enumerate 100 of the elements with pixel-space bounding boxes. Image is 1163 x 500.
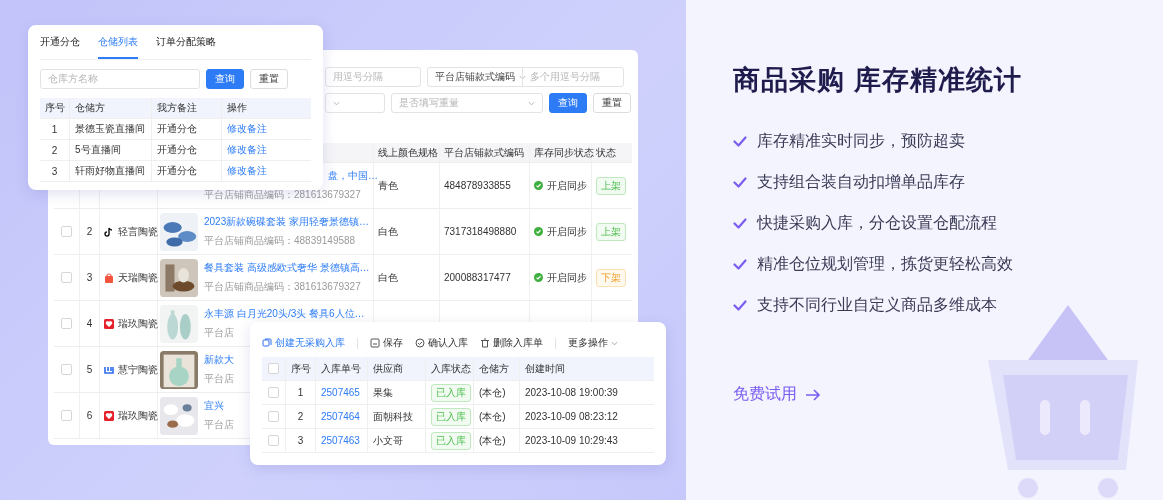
receipt-number-link[interactable]: 2507463: [321, 435, 360, 446]
row-number: 4: [86, 318, 93, 329]
reset-button[interactable]: 重置: [593, 93, 631, 113]
shop-name: 慧宁陶瓷: [118, 362, 158, 377]
check-icon: [733, 300, 747, 311]
column-header: 操作: [227, 101, 247, 115]
edit-note-link[interactable]: 修改备注: [227, 122, 267, 136]
check-circle-icon: [534, 181, 543, 190]
tab[interactable]: 订单分配策略: [156, 35, 216, 59]
edit-note-link[interactable]: 修改备注: [227, 164, 267, 178]
color-spec: 白色: [378, 224, 398, 239]
receipt-number-link[interactable]: 2507465: [321, 387, 360, 398]
row-number: 6: [86, 410, 93, 421]
shop-name: 轻言陶瓷: [118, 224, 158, 239]
save-icon: [370, 338, 380, 348]
warehouse: (本仓): [479, 385, 506, 400]
status-tag: 下架: [596, 268, 626, 287]
reset-button[interactable]: 重置: [250, 69, 288, 89]
heart-icon: [104, 318, 114, 329]
more-button[interactable]: 更多操作: [568, 336, 618, 350]
product-code: 平台店: [204, 372, 234, 386]
checkbox[interactable]: [268, 411, 279, 422]
checkbox[interactable]: [61, 364, 72, 375]
product-title-link[interactable]: 新款大: [204, 353, 234, 367]
query-button[interactable]: 查询: [206, 69, 244, 89]
style-code: 7317318498880: [444, 226, 517, 237]
product-title-link[interactable]: 宜兴: [204, 399, 224, 413]
product-code: 平台店: [204, 418, 234, 432]
style-code: 484878933855: [444, 180, 511, 191]
tab[interactable]: 仓储列表: [98, 35, 138, 59]
warehouse: (本仓): [479, 409, 506, 424]
status-tag: 已入库: [431, 407, 471, 426]
status-tag: 已入库: [431, 383, 471, 402]
edit-note-link[interactable]: 修改备注: [227, 143, 267, 157]
checkbox[interactable]: [61, 272, 72, 283]
row-number: 1: [51, 123, 58, 135]
music-note-icon: [104, 226, 114, 237]
checkbox[interactable]: [268, 363, 279, 374]
product-code: 平台店: [204, 326, 234, 340]
checkbox[interactable]: [268, 435, 279, 446]
sync-status: 开启同步: [547, 270, 587, 285]
column-header: 创建时间: [525, 361, 565, 376]
row-number: 1: [297, 387, 304, 398]
free-trial-link[interactable]: 免费试用: [733, 384, 821, 405]
delete-button[interactable]: 删除入库单: [480, 336, 543, 350]
feature-text: 支持组合装自动扣增单品库存: [757, 172, 965, 192]
table-cell: 景德玉瓷直播间: [75, 122, 145, 136]
checkbox[interactable]: [61, 318, 72, 329]
text-field[interactable]: 多个用逗号分隔: [522, 67, 624, 87]
row-number: 2: [86, 226, 93, 237]
checkbox[interactable]: [268, 387, 279, 398]
trash-icon: [480, 338, 490, 348]
check-icon: [733, 177, 747, 188]
product-title-link[interactable]: 2023新款碗碟套装 家用轻奢景德镇…: [204, 215, 370, 229]
check-icon: [733, 218, 747, 229]
column-header: 供应商: [373, 361, 403, 376]
product-code: 平台店铺商品编码：48839149588: [204, 234, 356, 248]
row-number: 3: [51, 165, 58, 177]
color-spec: 白色: [378, 270, 398, 285]
feature-text: 支持不同行业自定义商品多维成本: [757, 295, 997, 315]
color-spec: 青色: [378, 178, 398, 193]
supplier: 小文哥: [373, 433, 403, 448]
column-header: 线上颜色规格: [378, 145, 438, 160]
status-tag: 上架: [596, 176, 626, 195]
shopping-bag-icon: [104, 272, 114, 283]
shop-name: 天瑞陶瓷: [118, 270, 158, 285]
product-title-link[interactable]: 餐具套装 高级感欧式奢华 景德镇高…: [204, 261, 370, 275]
receipt-number-link[interactable]: 2507464: [321, 411, 360, 422]
query-button[interactable]: 查询: [549, 93, 587, 113]
dropdown[interactable]: 平台店铺款式编码: [427, 67, 523, 87]
add-icon: [262, 338, 272, 348]
column-header: 入库单号: [321, 361, 361, 376]
search-field[interactable]: 仓库方名称: [40, 69, 200, 89]
column-header: 库存同步状态: [534, 145, 594, 160]
check-circle-icon: [534, 273, 543, 282]
column-header: 状态: [596, 145, 616, 160]
shop-name: 瑞玖陶瓷: [118, 316, 158, 331]
checkbox[interactable]: [61, 226, 72, 237]
product-code: 平台店铺商品编码：381613679327: [204, 280, 361, 294]
confirm-button[interactable]: 确认入库: [415, 336, 468, 350]
feature-text: 库存精准实时同步，预防超卖: [757, 131, 965, 151]
row-number: 5: [86, 364, 93, 375]
product-title-link[interactable]: 永丰源 白月光20头/3头 餐具6人位…: [204, 307, 365, 321]
row-number: 2: [51, 144, 58, 156]
created-time: 2023-10-09 10:29:43: [525, 435, 618, 446]
checkbox[interactable]: [61, 410, 72, 421]
dropdown[interactable]: [325, 93, 385, 113]
save-button[interactable]: 保存: [370, 336, 403, 350]
check-circle-icon: [415, 338, 425, 348]
tab[interactable]: 开通分仓: [40, 35, 80, 59]
check-circle-icon: [534, 227, 543, 236]
table-cell: 轩雨好物直播间: [75, 164, 145, 178]
column-header: 我方备注: [157, 101, 197, 115]
check-icon: [733, 136, 747, 147]
feature-text: 精准仓位规划管理，拣货更轻松高效: [757, 254, 1013, 274]
text-field[interactable]: 用逗号分隔: [325, 67, 421, 87]
column-header: 序号: [45, 101, 65, 115]
create-button[interactable]: 创建无采购入库: [262, 336, 345, 350]
product-title-link[interactable]: 盘，中国…: [328, 169, 378, 183]
column-header: 平台店铺款式编码: [444, 145, 524, 160]
